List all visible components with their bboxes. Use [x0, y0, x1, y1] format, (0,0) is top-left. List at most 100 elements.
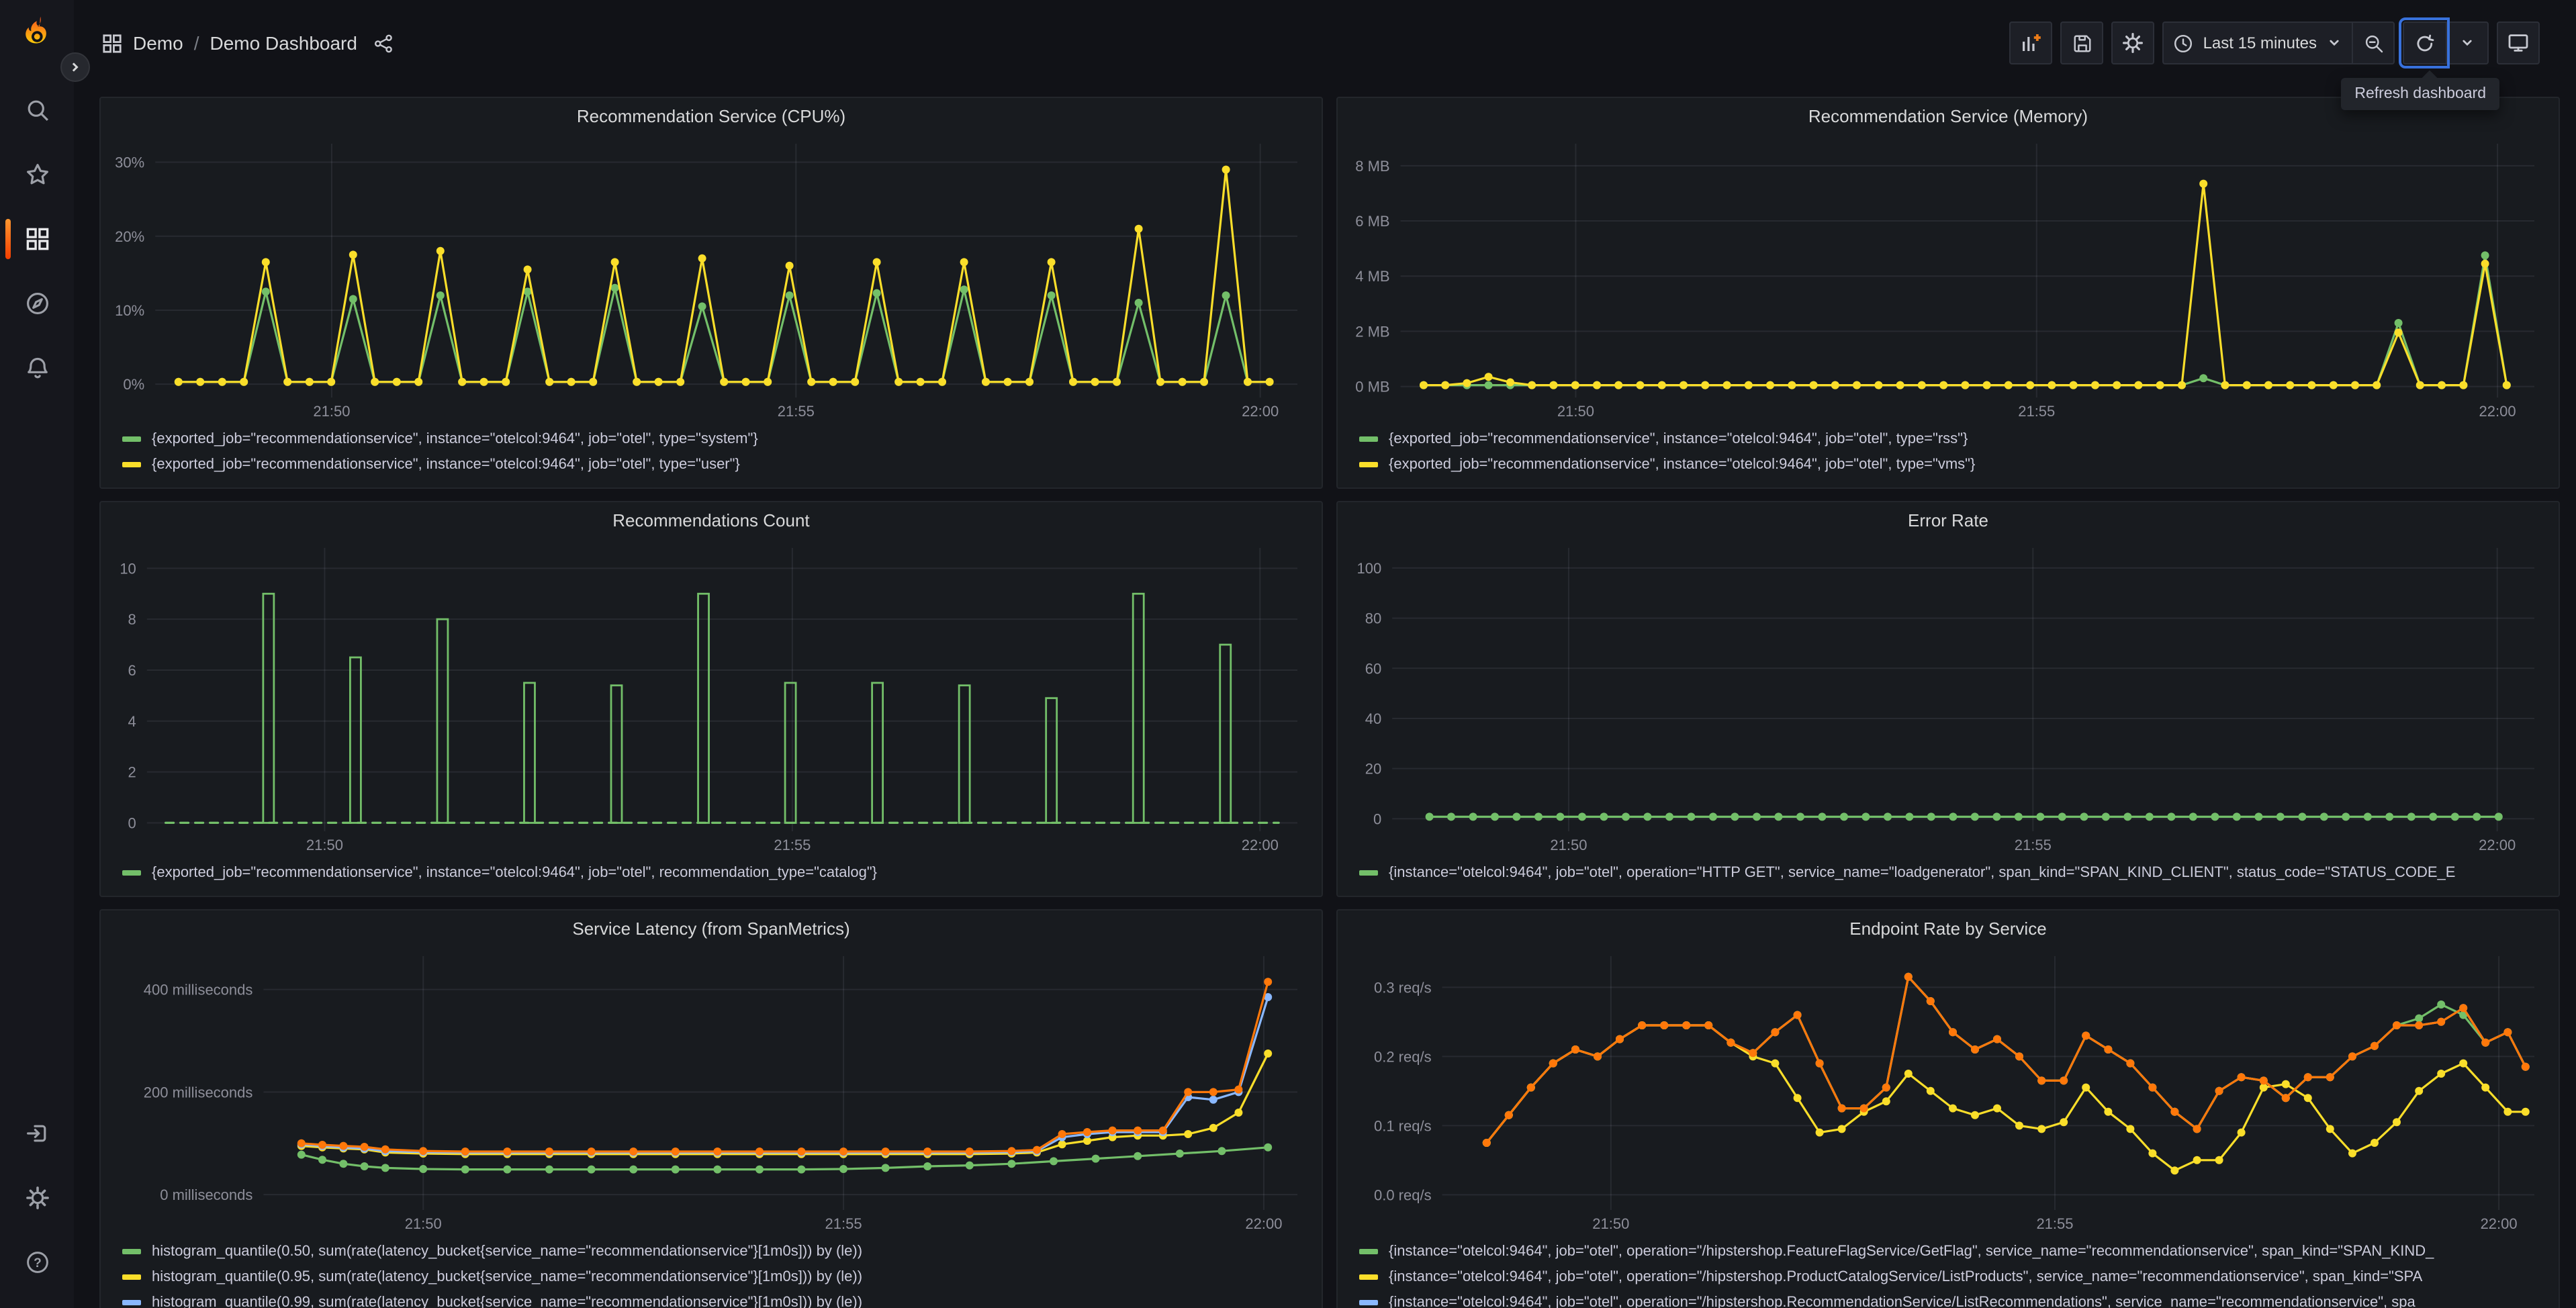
breadcrumb-dashboard[interactable]: Demo Dashboard [210, 32, 357, 54]
sidebar-item-settings[interactable] [0, 1166, 74, 1230]
sidebar-nav-bottom: ? [0, 1101, 74, 1295]
time-series-plot[interactable]: 21:50 21:55 22:00 0 milliseconds 200 millise… [111, 945, 1311, 1235]
svg-text:21:50: 21:50 [405, 1215, 442, 1232]
refresh-dashboard-button[interactable] [2399, 17, 2450, 68]
svg-text:6 MB: 6 MB [1355, 213, 1389, 230]
add-panel-button[interactable] [2009, 21, 2053, 64]
legend-color-chip [1359, 436, 1378, 441]
sidebar-item-dashboards[interactable] [0, 207, 74, 271]
legend-item[interactable]: {instance="otelcol:9464", job="otel", op… [1359, 1238, 2548, 1264]
legend-label: {instance="otelcol:9464", job="otel", op… [1389, 1243, 2434, 1259]
clock-icon [2174, 34, 2193, 52]
legend-color-chip [1359, 461, 1378, 467]
legend-label: {exported_job="recommendationservice", i… [152, 456, 740, 472]
sidebar-item-help[interactable]: ? [0, 1230, 74, 1295]
time-series-plot[interactable]: 21:50 21:55 22:00 0 MB 2 MB 4 MB 6 MB 8 MB [1348, 133, 2548, 423]
svg-text:4: 4 [128, 713, 136, 730]
chevron-right-icon [72, 62, 79, 72]
svg-text:0.1 req/s: 0.1 req/s [1374, 1117, 1432, 1134]
sign-in-icon [26, 1125, 46, 1142]
sidebar-item-favorites[interactable] [0, 142, 74, 207]
panel-legend: {exported_job="recommendationservice", i… [1338, 423, 2559, 487]
gear-icon [2123, 33, 2144, 53]
zoom-out-time-button[interactable] [2352, 21, 2395, 64]
legend-item[interactable]: {exported_job="recommendationservice", i… [122, 859, 1311, 885]
dashboard-settings-button[interactable] [2111, 21, 2155, 64]
breadcrumb: Demo / Demo Dashboard [102, 32, 394, 54]
star-icon [26, 164, 48, 185]
refresh-group [2399, 17, 2489, 68]
panel-error-rate: Error Rate 21:50 21:55 22:00 0 20 40 60 80 100 {… [1336, 501, 2560, 897]
time-series-plot[interactable]: 21:50 21:55 22:00 0.0 req/s 0.1 req/s 0.2 req… [1348, 945, 2548, 1235]
legend-item[interactable]: {instance="otelcol:9464", job="otel", op… [1359, 1289, 2548, 1308]
panel-legend: {exported_job="recommendationservice", i… [101, 423, 1322, 487]
grafana-app: ? Demo / Demo Dashboard Last 15 minutes … [0, 0, 2576, 1308]
legend-color-chip [122, 461, 141, 467]
sidebar-item-sign-in[interactable] [0, 1101, 74, 1166]
breadcrumb-folder[interactable]: Demo [133, 32, 183, 54]
bar-plot[interactable]: 21:50 21:55 22:00 0 2 4 6 8 10 [111, 537, 1311, 857]
svg-text:0.2 req/s: 0.2 req/s [1374, 1048, 1432, 1065]
panel-legend: {exported_job="recommendationservice", i… [101, 857, 1322, 896]
chevron-down-icon [2330, 40, 2339, 46]
time-series-plot[interactable]: 21:50 21:55 22:00 0 20 40 60 80 100 [1348, 537, 2548, 857]
panel-legend: {instance="otelcol:9464", job="otel", op… [1338, 857, 2559, 896]
svg-text:20%: 20% [115, 228, 144, 245]
gear-icon [26, 1186, 48, 1209]
svg-text:22:00: 22:00 [1242, 403, 1279, 420]
sidebar-item-search[interactable] [0, 78, 74, 142]
grafana-logo[interactable] [7, 0, 66, 70]
header: Demo / Demo Dashboard Last 15 minutes Re… [74, 0, 2576, 110]
legend-item[interactable]: histogram_quantile(0.99, sum(rate(latenc… [122, 1289, 1311, 1308]
svg-text:30%: 30% [115, 154, 144, 171]
refresh-interval-dropdown[interactable] [2446, 21, 2489, 64]
svg-text:200 milliseconds: 200 milliseconds [144, 1084, 253, 1101]
breadcrumb-separator: / [193, 32, 199, 54]
legend-color-chip [1359, 1274, 1378, 1279]
dashboards-grid-icon [26, 228, 48, 250]
help-icon: ? [26, 1252, 48, 1273]
time-range-picker[interactable]: Last 15 minutes [2162, 21, 2352, 64]
save-dashboard-button[interactable] [2060, 21, 2104, 64]
panel-title[interactable]: Service Latency (from SpanMetrics) [101, 910, 1322, 945]
legend-item[interactable]: {instance="otelcol:9464", job="otel", op… [1359, 1264, 2548, 1289]
panel-title[interactable]: Recommendation Service (CPU%) [101, 98, 1322, 133]
svg-text:80: 80 [1365, 610, 1381, 627]
sidebar-item-alerting[interactable] [0, 336, 74, 400]
svg-text:21:55: 21:55 [774, 837, 811, 853]
panel-title[interactable]: Endpoint Rate by Service [1338, 910, 2559, 945]
svg-text:0: 0 [128, 814, 136, 831]
legend-item[interactable]: histogram_quantile(0.50, sum(rate(latenc… [122, 1238, 1311, 1264]
legend-item[interactable]: {exported_job="recommendationservice", i… [122, 426, 1311, 451]
legend-label: {exported_job="recommendationservice", i… [1389, 456, 1976, 472]
time-series-plot[interactable]: 21:50 21:55 22:00 0% 10% 20% 30% [111, 133, 1311, 423]
svg-text:0 MB: 0 MB [1355, 379, 1389, 395]
legend-item[interactable]: {exported_job="recommendationservice", i… [122, 451, 1311, 477]
legend-item[interactable]: {exported_job="recommendationservice", i… [1359, 451, 2548, 477]
panel-title[interactable]: Error Rate [1338, 502, 2559, 537]
panel-endpoint-rate: Endpoint Rate by Service 21:50 21:55 22:00… [1336, 909, 2560, 1308]
legend-label: {instance="otelcol:9464", job="otel", op… [1389, 1294, 2416, 1308]
panel-service-latency: Service Latency (from SpanMetrics) 21:50… [99, 909, 1323, 1308]
sidebar-expand-button[interactable] [60, 52, 90, 82]
svg-text:8: 8 [128, 611, 136, 628]
cycle-view-mode-button[interactable] [2497, 21, 2540, 64]
legend-item[interactable]: {exported_job="recommendationservice", i… [1359, 426, 2548, 451]
sidebar-nav-top [0, 78, 74, 400]
panel-title[interactable]: Recommendations Count [101, 502, 1322, 537]
sidebar-item-explore[interactable] [0, 271, 74, 336]
svg-text:60: 60 [1365, 660, 1381, 677]
legend-label: {instance="otelcol:9464", job="otel", op… [1389, 1268, 2423, 1284]
svg-text:20: 20 [1365, 761, 1381, 778]
svg-text:2: 2 [128, 764, 136, 781]
svg-text:400 milliseconds: 400 milliseconds [144, 982, 253, 998]
svg-text:22:00: 22:00 [2479, 837, 2516, 853]
legend-label: histogram_quantile(0.95, sum(rate(latenc… [152, 1268, 863, 1284]
legend-item[interactable]: {instance="otelcol:9464", job="otel", op… [1359, 859, 2548, 885]
svg-text:0: 0 [1373, 810, 1381, 827]
svg-text:21:55: 21:55 [2036, 1215, 2073, 1232]
toolbar: Last 15 minutes Refresh dashboard [2009, 17, 2540, 110]
legend-label: {exported_job="recommendationservice", i… [152, 430, 758, 447]
legend-item[interactable]: histogram_quantile(0.95, sum(rate(latenc… [122, 1264, 1311, 1289]
share-button[interactable] [373, 33, 394, 53]
